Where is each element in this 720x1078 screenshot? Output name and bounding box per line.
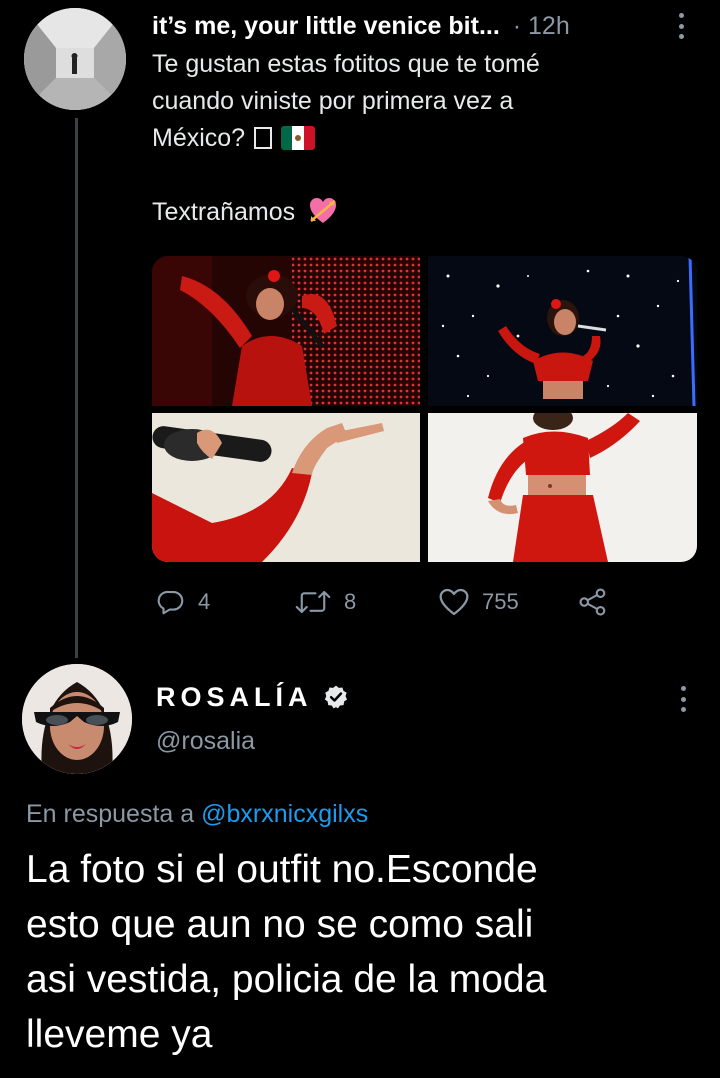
retweet-button[interactable]: 8 — [294, 580, 356, 624]
tweet-author-name[interactable]: it’s me, your little venice bit... — [152, 12, 500, 40]
tweet-line: México? — [152, 120, 692, 157]
more-options-icon[interactable] — [677, 686, 689, 712]
concert-photo-image — [428, 256, 697, 406]
retweet-count: 8 — [344, 589, 357, 614]
reply-icon — [157, 590, 184, 615]
author-avatar[interactable] — [24, 8, 126, 110]
tweet-photo[interactable] — [428, 256, 697, 406]
heart-with-arrow-icon — [310, 198, 337, 223]
concert-photo-image — [152, 256, 420, 406]
heart-icon — [439, 588, 469, 616]
avatar-image — [22, 664, 132, 774]
tweet-line: cuando viniste por primera vez a — [152, 87, 514, 115]
tweet-photo[interactable] — [152, 413, 420, 562]
missing-glyph-icon — [254, 127, 273, 149]
reply-text: La foto si el outfit no.Esconde esto que… — [26, 842, 686, 1062]
verified-badge-icon — [324, 685, 347, 709]
tweet-media-grid[interactable] — [152, 256, 697, 562]
mexico-flag-icon — [281, 126, 315, 150]
avatar-image — [24, 8, 126, 110]
tweet-line — [152, 157, 692, 194]
reply-author-avatar[interactable] — [22, 664, 132, 774]
reply-count: 4 — [198, 589, 211, 614]
tweet-line: Textrañamos — [152, 194, 692, 231]
replying-to-mention[interactable]: @bxrxnicxgilxs — [201, 800, 368, 828]
share-icon — [579, 588, 606, 616]
share-button[interactable] — [578, 580, 608, 624]
concert-photo-image — [152, 413, 420, 562]
reply-line: lleveme ya — [26, 1013, 213, 1056]
tweet-header: it’s me, your little venice bit... · 12h — [152, 6, 692, 46]
reply-line: esto que aun no se como sali — [26, 903, 534, 946]
like-count: 755 — [482, 589, 519, 614]
more-options-icon[interactable] — [675, 13, 687, 39]
reply-line: La foto si el outfit no.Esconde — [26, 848, 538, 891]
tweet-text: Te gustan estas fotitos que te tomé cuan… — [152, 46, 692, 231]
thread-connector-line — [75, 118, 78, 658]
tweet-photo[interactable] — [428, 413, 697, 562]
concert-photo-image — [428, 413, 697, 562]
reply-author-name[interactable]: ROSALÍA — [156, 677, 349, 717]
tweet-timestamp[interactable]: · 12h — [513, 12, 570, 40]
tweet-photo[interactable] — [152, 256, 420, 406]
reply-author-handle[interactable]: @rosalia — [156, 727, 255, 756]
reply-button[interactable]: 4 — [156, 580, 210, 624]
reply-line: asi vestida, policia de la moda — [26, 958, 547, 1001]
replying-to: En respuesta a @bxrxnicxgilxs — [26, 800, 368, 829]
retweet-icon — [295, 590, 331, 614]
replying-prefix: En respuesta a — [26, 800, 195, 828]
tweet-line: Te gustan estas fotitos que te tomé — [152, 50, 540, 78]
tweet-actions: 4 8 755 — [152, 580, 697, 624]
like-button[interactable]: 755 — [438, 580, 519, 624]
